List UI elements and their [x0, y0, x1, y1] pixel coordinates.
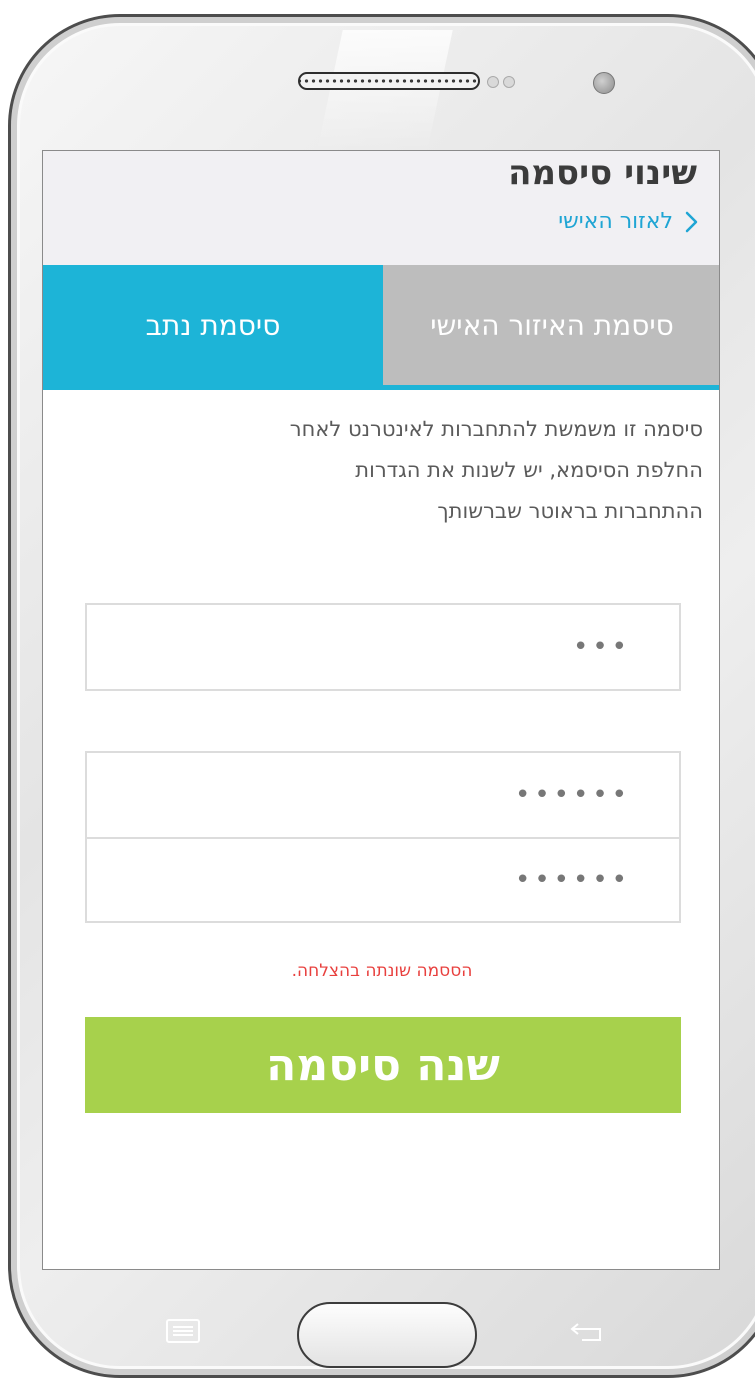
new-password-field	[85, 751, 681, 839]
description-line: ההתחברות בראוטר שברשותך	[437, 499, 703, 523]
home-button[interactable]	[297, 1302, 477, 1368]
sensor-icon	[487, 76, 499, 88]
change-password-button[interactable]: שנה סיסמה	[85, 1017, 681, 1113]
tab-personal-area-password[interactable]: סיסמת האיזור האישי	[383, 265, 719, 385]
phone-screen: שינוי סיסמה לאזור האישי סיסמת נתב סיסמת …	[42, 150, 720, 1270]
description-line: סיסמה זו משמשת להתחברות לאינטרנט לאחר	[289, 417, 703, 441]
back-key-icon[interactable]	[568, 1316, 608, 1346]
tab-bar: סיסמת נתב סיסמת האיזור האישי	[43, 265, 719, 390]
chevron-right-icon	[685, 211, 698, 232]
tab-router-password[interactable]: סיסמת נתב	[43, 265, 383, 385]
front-camera-icon	[593, 72, 615, 94]
current-password-field	[85, 603, 681, 691]
back-link-label: לאזור האישי	[558, 209, 673, 234]
speaker-grille-icon	[298, 72, 480, 90]
description-line: החלפת הסיסמא, יש לשנות את הגדרות	[355, 458, 703, 482]
password-description: סיסמה זו משמשת להתחברות לאינטרנט לאחר הח…	[103, 409, 703, 532]
current-password-input[interactable]	[87, 605, 679, 689]
confirm-password-field	[85, 837, 681, 923]
back-to-personal-area-link[interactable]: לאזור האישי	[558, 209, 699, 234]
success-message: הססמה שונתה בהצלחה.	[291, 961, 473, 981]
new-password-input[interactable]	[87, 753, 679, 837]
page-title: שינוי סיסמה	[508, 153, 697, 193]
menu-key-icon[interactable]	[165, 1318, 201, 1344]
sensor-icon	[503, 76, 515, 88]
confirm-password-input[interactable]	[87, 839, 679, 921]
tab-underline	[43, 385, 719, 390]
page-header: שינוי סיסמה לאזור האישי	[43, 151, 719, 265]
